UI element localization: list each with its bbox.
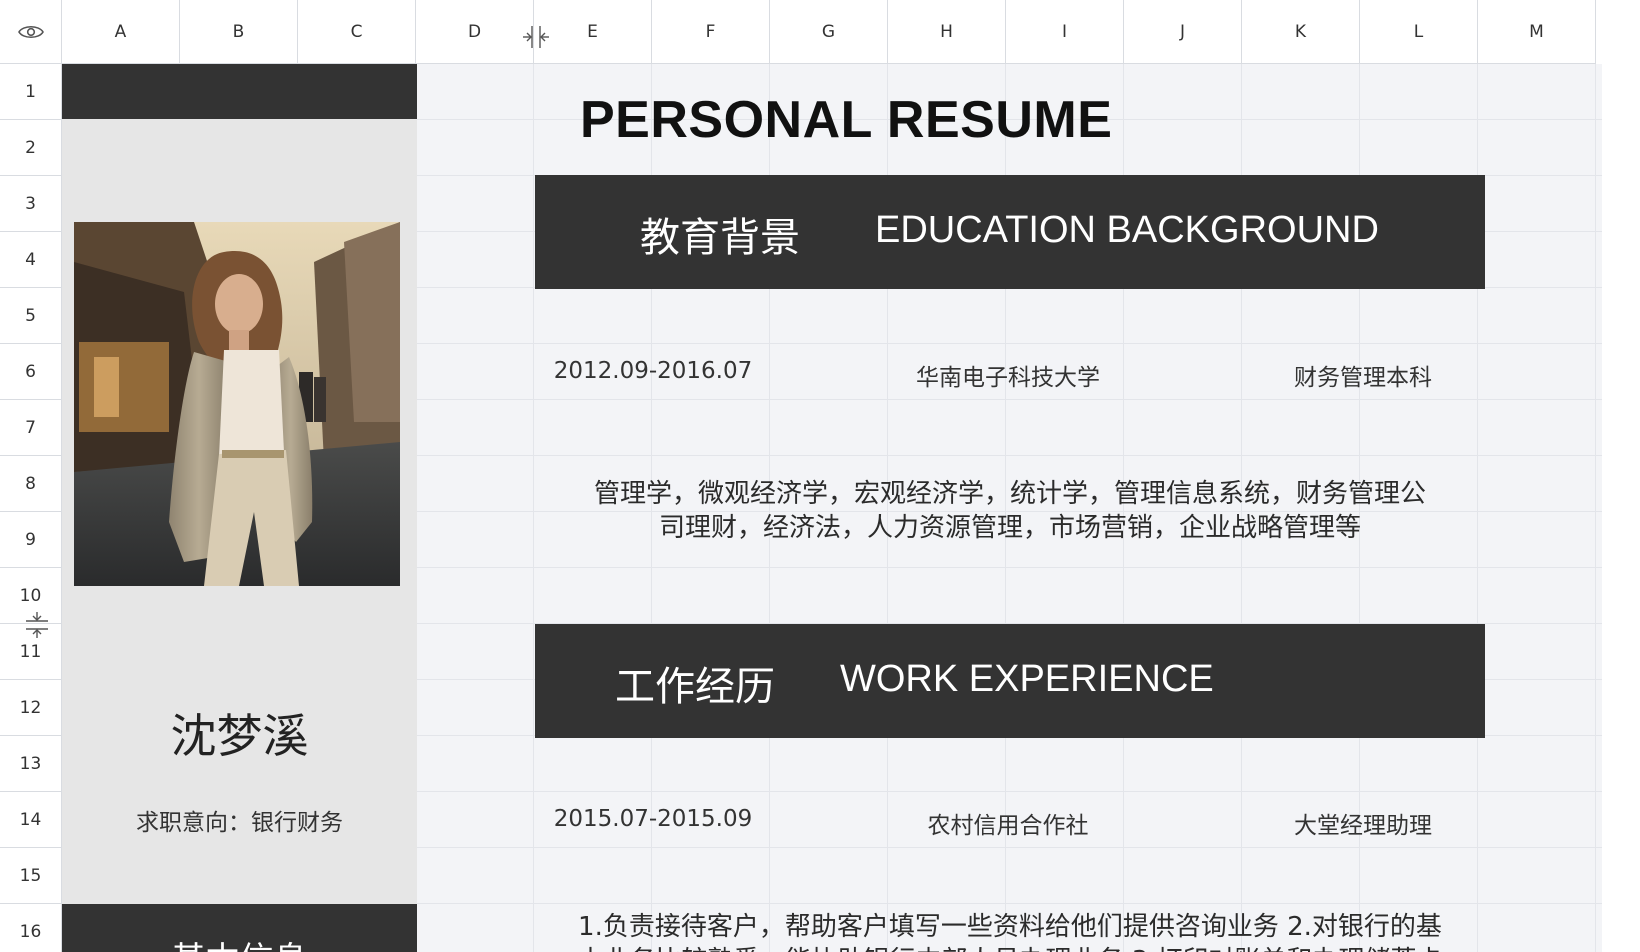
work-duties[interactable]: 1.负责接待客户，帮助客户填写一些资料给他们提供咨询业务 2.对银行的基 本业务… xyxy=(535,910,1485,952)
row-header-5[interactable]: 5 xyxy=(0,288,62,344)
work-company[interactable]: 农村信用合作社 xyxy=(890,806,1126,840)
work-position[interactable]: 大堂经理助理 xyxy=(1245,806,1481,840)
education-period[interactable]: 2012.09-2016.07 xyxy=(535,358,771,384)
row-header-16[interactable]: 16 xyxy=(0,904,62,952)
column-header-b[interactable]: B xyxy=(180,0,298,64)
row-header-2[interactable]: 2 xyxy=(0,120,62,176)
column-header-m[interactable]: M xyxy=(1478,0,1596,64)
row-header-12[interactable]: 12 xyxy=(0,680,62,736)
row-header-15[interactable]: 15 xyxy=(0,848,62,904)
column-header-g[interactable]: G xyxy=(770,0,888,64)
education-courses-line1: 管理学，微观经济学，宏观经济学，统计学，管理信息系统，财务管理公 xyxy=(593,479,1426,509)
row-header-14[interactable]: 14 xyxy=(0,792,62,848)
candidate-name: 沈梦溪 xyxy=(170,709,309,763)
education-header-en: EDUCATION BACKGROUND xyxy=(875,209,1379,251)
column-header-h[interactable]: H xyxy=(888,0,1006,64)
eye-icon[interactable] xyxy=(17,24,44,40)
row-header-3[interactable]: 3 xyxy=(0,176,62,232)
sheet-edge xyxy=(1602,0,1640,952)
row-header-7[interactable]: 7 xyxy=(0,400,62,456)
education-school[interactable]: 华南电子科技大学 xyxy=(890,358,1126,392)
education-major[interactable]: 财务管理本科 xyxy=(1245,358,1481,392)
column-header-a[interactable]: A xyxy=(62,0,180,64)
education-courses-line2: 司理财，经济法，人力资源管理，市场营销，企业战略管理等 xyxy=(658,513,1361,543)
column-header-c[interactable]: C xyxy=(298,0,416,64)
profile-photo[interactable] xyxy=(74,222,400,586)
page-title: PERSONAL RESUME xyxy=(580,91,1113,149)
job-intent: 求职意向：银行财务 xyxy=(136,810,343,836)
row-header-13[interactable]: 13 xyxy=(0,736,62,792)
sidebar-top-bar xyxy=(62,64,417,119)
work-duties-line1: 1.负责接待客户，帮助客户填写一些资料给他们提供咨询业务 2.对银行的基 xyxy=(578,912,1442,942)
education-header-zh: 教育背景 xyxy=(640,215,800,261)
column-header-d[interactable]: D xyxy=(416,0,534,64)
row-header-1[interactable]: 1 xyxy=(0,64,62,120)
column-header-j[interactable]: J xyxy=(1124,0,1242,64)
spreadsheet[interactable]: 沈梦溪 求职意向：银行财务 基本信息 PERSONAL RESUME 教育背景 … xyxy=(0,0,1640,952)
education-header-band: 教育背景 EDUCATION BACKGROUND xyxy=(535,175,1485,289)
row-header-4[interactable]: 4 xyxy=(0,232,62,288)
row-header-9[interactable]: 9 xyxy=(0,512,62,568)
basic-info-bar: 基本信息 xyxy=(62,904,417,952)
column-header-e[interactable]: E xyxy=(534,0,652,64)
work-header-zh: 工作经历 xyxy=(615,664,775,710)
work-header-en: WORK EXPERIENCE xyxy=(840,658,1214,700)
work-duties-line2: 本业务比较熟悉，能协助银行内部人员办理业务 3.打印对账单和办理储蓄卡 xyxy=(535,944,1485,952)
work-period[interactable]: 2015.07-2015.09 xyxy=(535,806,771,832)
basic-info-header: 基本信息 xyxy=(62,932,417,952)
row-resize-icon[interactable] xyxy=(22,610,52,640)
column-header-l[interactable]: L xyxy=(1360,0,1478,64)
column-header-k[interactable]: K xyxy=(1242,0,1360,64)
select-all-corner[interactable] xyxy=(0,0,62,64)
column-resize-icon[interactable] xyxy=(521,22,551,52)
work-header-band: 工作经历 WORK EXPERIENCE xyxy=(535,624,1485,738)
column-header-f[interactable]: F xyxy=(652,0,770,64)
education-courses[interactable]: 管理学，微观经济学，宏观经济学，统计学，管理信息系统，财务管理公 司理财，经济法… xyxy=(535,477,1485,545)
row-header-8[interactable]: 8 xyxy=(0,456,62,512)
row-header-6[interactable]: 6 xyxy=(0,344,62,400)
column-header-i[interactable]: I xyxy=(1006,0,1124,64)
portrait-photo xyxy=(74,222,400,586)
